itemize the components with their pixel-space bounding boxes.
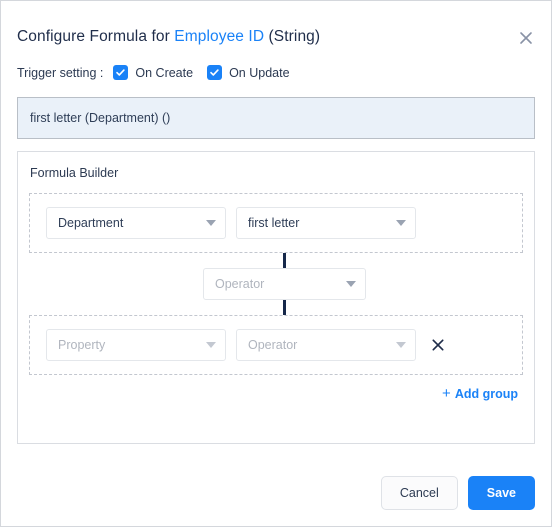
dialog-title-suffix: (String)	[268, 28, 321, 45]
configure-formula-dialog: Configure Formula for Employee ID (Strin…	[0, 0, 552, 527]
chevron-down-icon	[346, 281, 356, 287]
operator-select-2[interactable]: Operator	[236, 329, 416, 361]
add-group-button[interactable]: + Add group	[442, 386, 518, 401]
save-button[interactable]: Save	[467, 476, 535, 510]
check-icon[interactable]	[207, 65, 223, 80]
join-operator-value: Operator	[215, 277, 265, 291]
close-icon[interactable]	[517, 29, 535, 47]
chevron-down-icon	[206, 342, 216, 348]
property-select-1-value: Department	[58, 216, 124, 230]
add-group-label: Add group	[454, 386, 518, 401]
checkbox-on-create-label: On Create	[135, 65, 194, 80]
property-select-2[interactable]: Property	[46, 329, 226, 361]
dialog-title-field: Employee ID	[174, 28, 265, 45]
formula-group-1: Department first letter	[29, 193, 523, 253]
property-select-1[interactable]: Department	[46, 207, 226, 239]
checkbox-on-update[interactable]: On Update	[207, 65, 290, 80]
cancel-button[interactable]: Cancel	[380, 476, 458, 510]
chevron-down-icon	[396, 220, 406, 226]
formula-preview-bar: first letter (Department) ()	[17, 97, 535, 139]
check-icon[interactable]	[113, 65, 129, 80]
formula-builder-panel: Formula Builder Department first letter …	[17, 151, 535, 444]
checkbox-on-create[interactable]: On Create	[113, 65, 193, 80]
operator-select-2-value: Operator	[248, 338, 298, 352]
page-title: Configure Formula for Employee ID (Strin…	[17, 27, 535, 47]
formula-group-2: Property Operator	[29, 315, 523, 375]
checkbox-on-update-label: On Update	[229, 65, 290, 80]
chevron-down-icon	[206, 220, 216, 226]
connector-line-top	[283, 253, 286, 268]
operator-select-1-value: first letter	[248, 216, 300, 230]
dialog-title-prefix: Configure Formula for	[17, 28, 170, 45]
join-operator-row: Operator	[29, 253, 523, 315]
trigger-setting-label: Trigger setting :	[17, 65, 104, 80]
dialog-footer: Cancel Save	[1, 476, 551, 510]
join-operator-select[interactable]: Operator	[203, 268, 366, 300]
plus-icon: +	[442, 385, 451, 402]
chevron-down-icon	[396, 342, 406, 348]
operator-select-1[interactable]: first letter	[236, 207, 416, 239]
formula-builder-title: Formula Builder	[30, 166, 119, 180]
connector-line-bottom	[283, 300, 286, 315]
add-group-row: + Add group	[29, 386, 523, 401]
formula-preview-text: first letter (Department) ()	[30, 111, 171, 125]
trigger-setting-row: Trigger setting : On Create On Update	[1, 47, 551, 80]
property-select-2-value: Property	[58, 338, 106, 352]
dialog-header: Configure Formula for Employee ID (Strin…	[1, 1, 551, 47]
remove-group-icon[interactable]	[430, 337, 446, 353]
